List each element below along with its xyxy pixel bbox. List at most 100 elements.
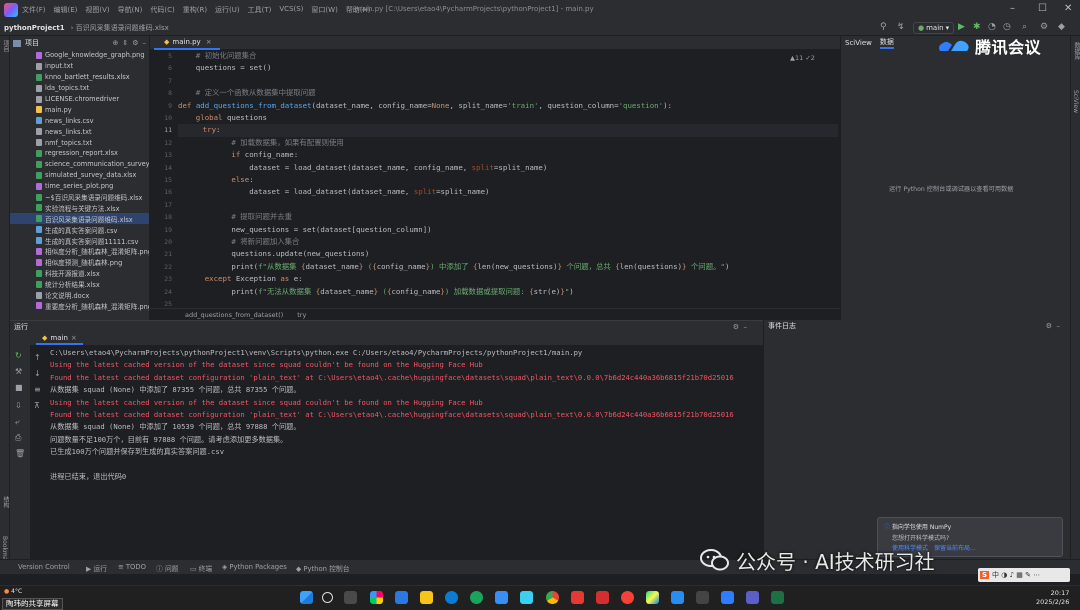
project-settings-icon[interactable]: ⚙ (132, 39, 138, 47)
locate-icon[interactable]: ⊕ (112, 39, 118, 47)
menu-item[interactable]: 工具(T) (248, 5, 272, 15)
tab-problems[interactable]: ⓘ 问题 (156, 563, 179, 573)
breadcrumb-try[interactable]: try (297, 311, 306, 319)
windows-start-icon[interactable] (300, 591, 313, 604)
hide-panel-icon[interactable]: – (143, 39, 147, 47)
project-file-item[interactable]: 论文说明.docx (10, 290, 149, 301)
project-file-item[interactable]: 相似度预测_随机森林.png (10, 257, 149, 268)
app-icon-5[interactable] (520, 591, 533, 604)
stop-icon[interactable]: ■ (15, 383, 23, 392)
tab-todo[interactable]: ≡ TODO (118, 563, 146, 571)
menu-item[interactable]: 窗口(W) (311, 5, 337, 15)
task-view-icon[interactable] (344, 591, 357, 604)
menu-item[interactable]: 文件(F) (22, 5, 46, 15)
app-icon-6[interactable] (571, 591, 584, 604)
tab-data[interactable]: 数据 (879, 37, 894, 49)
event-log-settings-icon[interactable]: ⚙ – (1046, 322, 1060, 330)
project-file-item[interactable]: input.txt (10, 61, 149, 72)
project-file-item[interactable]: simulated_survey_data.xlsx (10, 170, 149, 181)
tab-python-console[interactable]: ◆ Python 控制台 (296, 563, 350, 573)
run-icon[interactable]: ▶ (958, 22, 965, 32)
up-arrow-icon[interactable]: ↑ (34, 353, 41, 362)
search-icon[interactable]: ⌕ (1022, 22, 1027, 32)
project-file-item[interactable]: 百识风采集语录问题维码.xlsx (10, 213, 149, 225)
menu-item[interactable]: 代码(C) (150, 5, 174, 15)
pycharm-taskbar-icon[interactable] (646, 591, 659, 604)
close-tab-icon[interactable]: × (206, 38, 212, 46)
file-explorer-icon[interactable] (420, 591, 433, 604)
app-icon-2[interactable] (395, 591, 408, 604)
menu-item[interactable]: 编辑(E) (54, 5, 78, 15)
chrome-icon[interactable] (546, 591, 559, 604)
project-file-item[interactable]: 重要度分析_随机森林_混淆矩阵.png (10, 300, 149, 311)
ime-mode-icon[interactable]: 中 ◑ ♪ ▦ ✎ ⋯ (992, 570, 1040, 580)
wrench-icon[interactable]: ⚒ (15, 367, 22, 376)
project-file-item[interactable]: knno_bartlett_results.xlsx (10, 72, 149, 83)
project-file-item[interactable]: 生成的真实答案问题11111.csv (10, 235, 149, 246)
tab-version-control[interactable]: Version Control (18, 563, 70, 571)
menu-item[interactable]: 视图(V) (85, 5, 109, 15)
project-file-item[interactable]: science_communication_survey (10, 159, 149, 170)
breadcrumb-file[interactable]: › 百识风采集语录问题维码.xlsx (71, 23, 169, 33)
sciview-tool-button[interactable]: SciView (1072, 90, 1079, 113)
database-tool-button[interactable]: 数据库 (1072, 42, 1080, 60)
menu-item[interactable]: 运行(U) (215, 5, 240, 15)
excel-icon[interactable] (771, 591, 784, 604)
ime-toolbar[interactable]: S 中 ◑ ♪ ▦ ✎ ⋯ (978, 568, 1070, 582)
profile-icon[interactable]: ◷ (1003, 22, 1011, 32)
coverage-icon[interactable]: ◔ (988, 22, 996, 32)
gear-icon[interactable]: ⚙ (1040, 22, 1048, 32)
project-file-item[interactable]: 生成的真实答案问题.csv (10, 224, 149, 235)
app-icon-7[interactable] (621, 591, 634, 604)
project-file-item[interactable]: nmf_topics.txt (10, 137, 149, 148)
app-icon-9[interactable] (696, 591, 709, 604)
project-file-item[interactable]: news_links.csv (10, 115, 149, 126)
pin-icon[interactable]: ⊼ (34, 401, 40, 410)
tencent-meeting-taskbar-icon[interactable] (721, 591, 734, 604)
minimize-icon[interactable]: – (1010, 3, 1015, 14)
project-file-item[interactable]: main.py (10, 104, 149, 115)
menu-item[interactable]: 导航(N) (118, 5, 143, 15)
menu-item[interactable]: 重构(R) (183, 5, 207, 15)
tab-python-packages[interactable]: ◈ Python Packages (222, 563, 287, 571)
project-file-item[interactable]: lda_topics.txt (10, 83, 149, 94)
project-file-item[interactable]: 实验流程与关键方法.xlsx (10, 202, 149, 213)
run-console[interactable]: C:\Users\etao4\PycharmProjects\pythonPro… (46, 345, 763, 560)
user-icon[interactable]: ⚲ (880, 22, 887, 32)
project-file-item[interactable]: Google_knowledge_graph.png (10, 50, 149, 61)
app-icon-4[interactable] (495, 591, 508, 604)
vcs-icon[interactable]: ↯ (897, 22, 905, 32)
rerun-icon[interactable]: ↻ (15, 351, 22, 360)
down-arrow-icon[interactable]: ↓ (34, 369, 41, 378)
trash-icon[interactable]: 🗑 (15, 449, 25, 458)
project-name[interactable]: pythonProject1 (4, 24, 65, 32)
code-area[interactable]: # 初始化问题集合 questions = set() # 定义一个函数从数据集… (178, 50, 838, 308)
run-tab-main[interactable]: ◆ main × (36, 333, 83, 345)
project-file-item[interactable]: time_series_plot.png (10, 181, 149, 192)
breadcrumb-function[interactable]: add_questions_from_dataset() (185, 311, 283, 319)
app-icon-3[interactable] (470, 591, 483, 604)
close-icon[interactable]: ✕ (1064, 3, 1072, 14)
project-file-item[interactable]: news_links.txt (10, 126, 149, 137)
project-file-item[interactable]: ~$百识风采集语录问题维码.xlsx (10, 192, 149, 203)
scroll-end-icon[interactable]: ⇩ (15, 401, 22, 410)
keep-layout-link[interactable]: 保留当前布局... (934, 543, 976, 552)
debug-icon[interactable]: ✱ (973, 22, 981, 32)
filter-icon[interactable]: ≡ (34, 385, 41, 394)
system-clock[interactable]: 20:17 2025/2/26 (1036, 589, 1069, 607)
project-file-item[interactable]: 统计分析结果.xlsx (10, 279, 149, 290)
edge-icon[interactable] (445, 591, 458, 604)
project-file-item[interactable]: regression_report.xlsx (10, 148, 149, 159)
project-panel-title[interactable]: 项目 (25, 38, 39, 48)
project-file-item[interactable]: LICENSE.chromedriver (10, 94, 149, 105)
tab-main-py[interactable]: ◆ main.py × (154, 36, 220, 50)
taskbar-search-icon[interactable] (322, 592, 333, 603)
maximize-icon[interactable]: ☐ (1038, 3, 1047, 14)
tab-run[interactable]: ▶ 运行 (86, 563, 107, 573)
project-tool-button[interactable]: 项目 (1, 40, 10, 52)
project-file-item[interactable]: 相似度分析_随机森林_混淆矩阵.png (10, 246, 149, 257)
menu-item[interactable]: VCS(S) (279, 5, 303, 15)
project-file-item[interactable]: 科技开源报道.xlsx (10, 268, 149, 279)
run-settings-icon[interactable]: ⚙ – (733, 323, 747, 331)
wps-icon[interactable] (596, 591, 609, 604)
